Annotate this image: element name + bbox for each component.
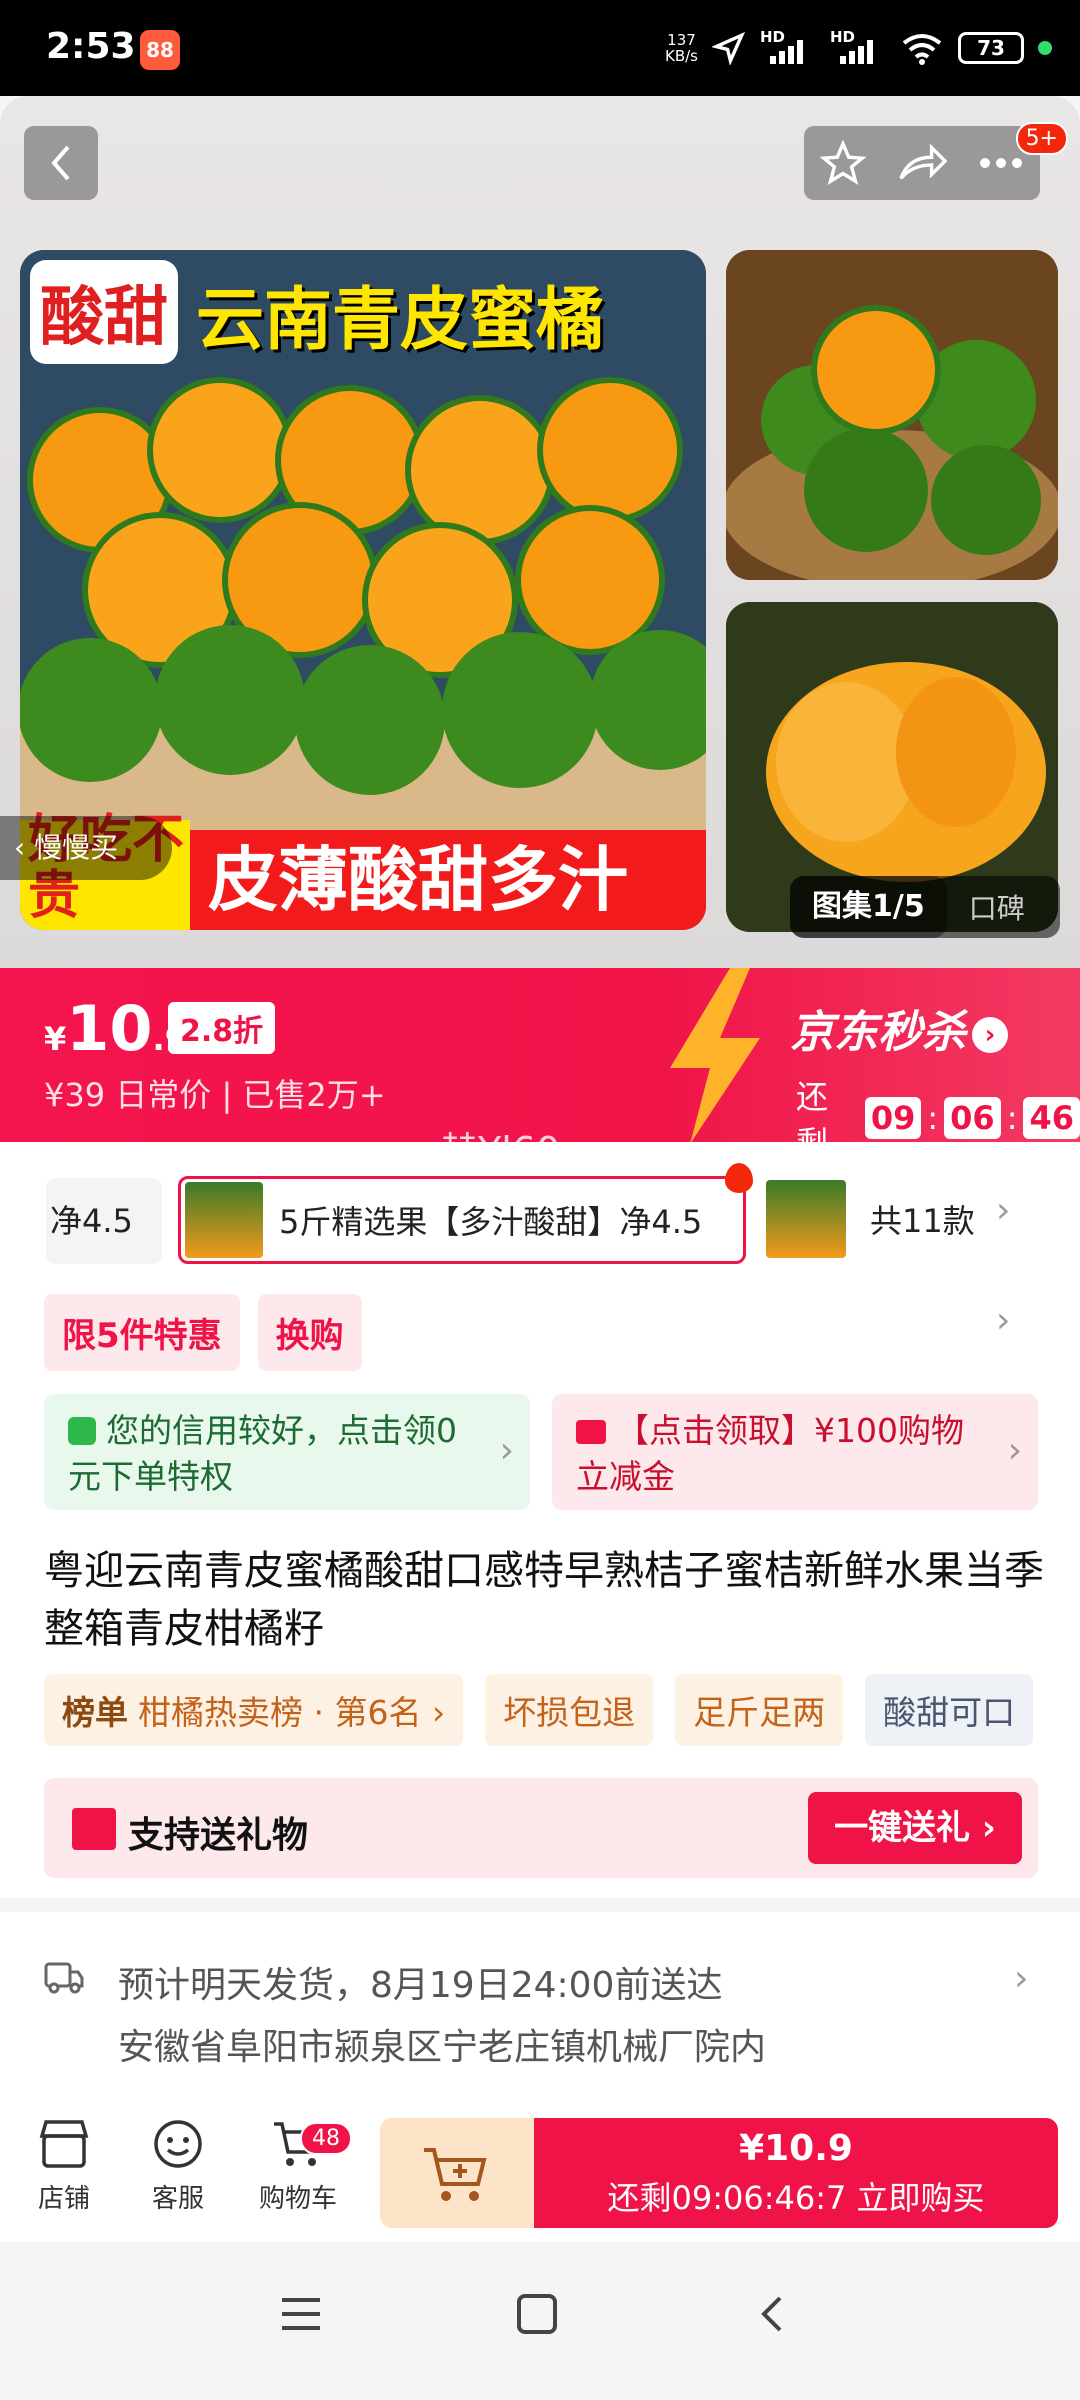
shop-icon [39,2120,89,2168]
chevron-left-icon [51,145,70,181]
more-icon[interactable] [978,156,1024,170]
product-gallery: 5+ 酸甜 云南青皮蜜橘 好吃不贵 皮薄酸甜多汁 ‹ 慢慢买 图集1/5 口碑 [0,96,1080,970]
discount-badge: 2.8折 [168,1002,276,1054]
chevron-right-icon[interactable]: › [996,1190,1010,1231]
wifi-icon [902,34,942,65]
tag-weight[interactable]: 足斤足两 [675,1674,844,1746]
signal-2-icon: HD [830,28,886,68]
thumbnail-basket[interactable] [726,250,1058,580]
back-button[interactable] [24,126,98,200]
chevron-right-icon[interactable]: › [996,1300,1010,1341]
image-title: 云南青皮蜜橘 [196,281,605,360]
variant-next-thumbnail[interactable] [766,1180,846,1258]
cart-count-badge: 48 [300,2122,352,2155]
gift-bar: 支持送礼物 一键送礼 › [44,1778,1038,1878]
service-button[interactable]: 客服 [128,2118,228,2215]
delivery-info[interactable]: 预计明天发货，8月19日24:00前送达 安徽省阜阳市颍泉区宁老庄镇机械厂院内 … [0,1912,1080,2102]
tag-taste[interactable]: 酸甜可口 [865,1674,1034,1746]
signal-1-icon: HD [760,28,816,68]
add-cart-icon [424,2148,487,2201]
variant-label: 5斤精选果【多汁酸甜】净4.5 [279,1203,703,1241]
gallery-pager[interactable]: 图集1/5 口碑 [790,876,1060,938]
seckill-title[interactable]: 京东秒杀 › [790,996,1008,1060]
bag-icon [68,1417,96,1445]
lightning-icon [670,968,760,1144]
reviews-tab[interactable]: 口碑 [947,887,1025,927]
product-title: 粤迎云南青皮蜜橘酸甜口感特早熟桔子蜜桔新鲜水果当季整箱青皮柑橘籽 [44,1548,1044,1652]
status-bar: 2:53 88 137 KB/s HD HD 73 [0,0,1080,96]
chevron-right-icon: › [1014,1958,1029,1999]
truck-icon [44,1962,84,1994]
gift-label: 支持送礼物 [128,1815,309,1856]
chevron-right-icon: › [972,1017,1008,1053]
watermark: 赫Yl60 [440,1129,561,1173]
network-speed: 137 KB/s [665,31,698,65]
buy-now-button[interactable]: ¥10.9 还剩09:06:46:7 立即购买 [534,2118,1058,2228]
buy-price: ¥10.9 [739,2128,853,2169]
status-time: 2:53 [46,26,136,67]
chevron-right-icon: › [1007,1430,1022,1471]
chevron-right-icon: › [499,1430,514,1471]
product-info: 净4.5 5斤精选果【多汁酸甜】净4.5 共11款 › 限5件特惠 换购 › 您… [0,1142,1080,1898]
system-nav-bar [0,2242,1080,2400]
rank-tag[interactable]: 榜单 柑橘热卖榜 · 第6名 › [44,1674,464,1746]
promo-limited[interactable]: 限5件特惠 [44,1294,240,1371]
credit-benefit-card[interactable]: 您的信用较好，点击领0元下单特权 › [44,1394,530,1510]
favorite-star-icon[interactable] [819,140,866,186]
back-chevron-icon[interactable] [756,2294,786,2334]
app-notification-icon: 88 [140,30,180,70]
gift-icon [72,1808,116,1850]
delivery-address: 安徽省阜阳市颍泉区宁老庄镇机械厂院内 [118,2027,767,2068]
slow-buy-button[interactable]: ‹ 慢慢买 [0,816,172,880]
location-arrow-icon [712,31,746,65]
variant-prev[interactable]: 净4.5 [46,1178,162,1264]
price-banner: ¥10.9 2.8折 ¥39 日常价 | 已售2万+ 京东秒杀› 还剩 09: … [0,968,1080,1144]
bottom-action-bar: 店铺 客服 购物车 48 ¥10.9 还剩09:06:46:7 立即购买 [0,2102,1080,2242]
variant-count[interactable]: 共11款 [870,1196,975,1242]
variant-selector: 净4.5 5斤精选果【多汁酸甜】净4.5 共11款 › [0,1163,1080,1270]
more-badge: 5+ [1015,122,1068,155]
delivery-estimate: 预计明天发货，8月19日24:00前送达 [118,1965,723,2006]
variant-selected[interactable]: 5斤精选果【多汁酸甜】净4.5 [178,1163,753,1264]
promo-exchange[interactable]: 换购 [257,1294,362,1371]
service-face-icon [154,2120,202,2168]
buy-countdown: 还剩09:06:46:7 [607,2179,847,2217]
product-tags: 榜单 柑橘热卖榜 · 第6名 › 坏损包退 足斤足两 酸甜可口 [44,1674,1034,1746]
current-price: ¥10.9 [44,992,187,1065]
battery-indicator: 73 [958,32,1024,64]
top-actions [804,126,1040,200]
price-subline: ¥39 日常价 | 已售2万+ [44,1076,386,1114]
home-square-icon[interactable] [516,2294,558,2334]
share-icon[interactable] [897,140,947,186]
add-to-cart-button[interactable] [380,2118,534,2228]
card-icon [576,1420,606,1444]
shop-button[interactable]: 店铺 [14,2118,114,2215]
variant-thumbnail [185,1182,263,1258]
buy-label: 立即购买 [856,2179,985,2217]
promo-tags: 限5件特惠 换购 [44,1294,362,1371]
coupon-benefit-card[interactable]: 【点击领取】¥100购物立减金 › [552,1394,1038,1510]
tag-return[interactable]: 坏损包退 [485,1674,654,1746]
gallery-counter: 图集1/5 [790,876,947,938]
sour-sweet-tag: 酸甜 [30,260,178,364]
basket-oranges-illustration [726,250,1058,580]
green-dot-indicator [1038,41,1052,55]
image-banner: 皮薄酸甜多汁 [190,830,706,930]
menu-icon[interactable] [280,2294,322,2334]
seckill-countdown: 还剩 09: 06: 46 [796,1072,1080,1144]
send-gift-button[interactable]: 一键送礼 › [808,1792,1022,1864]
hot-flame-icon [725,1163,753,1193]
status-icons: 137 KB/s HD HD 73 [665,24,1052,72]
